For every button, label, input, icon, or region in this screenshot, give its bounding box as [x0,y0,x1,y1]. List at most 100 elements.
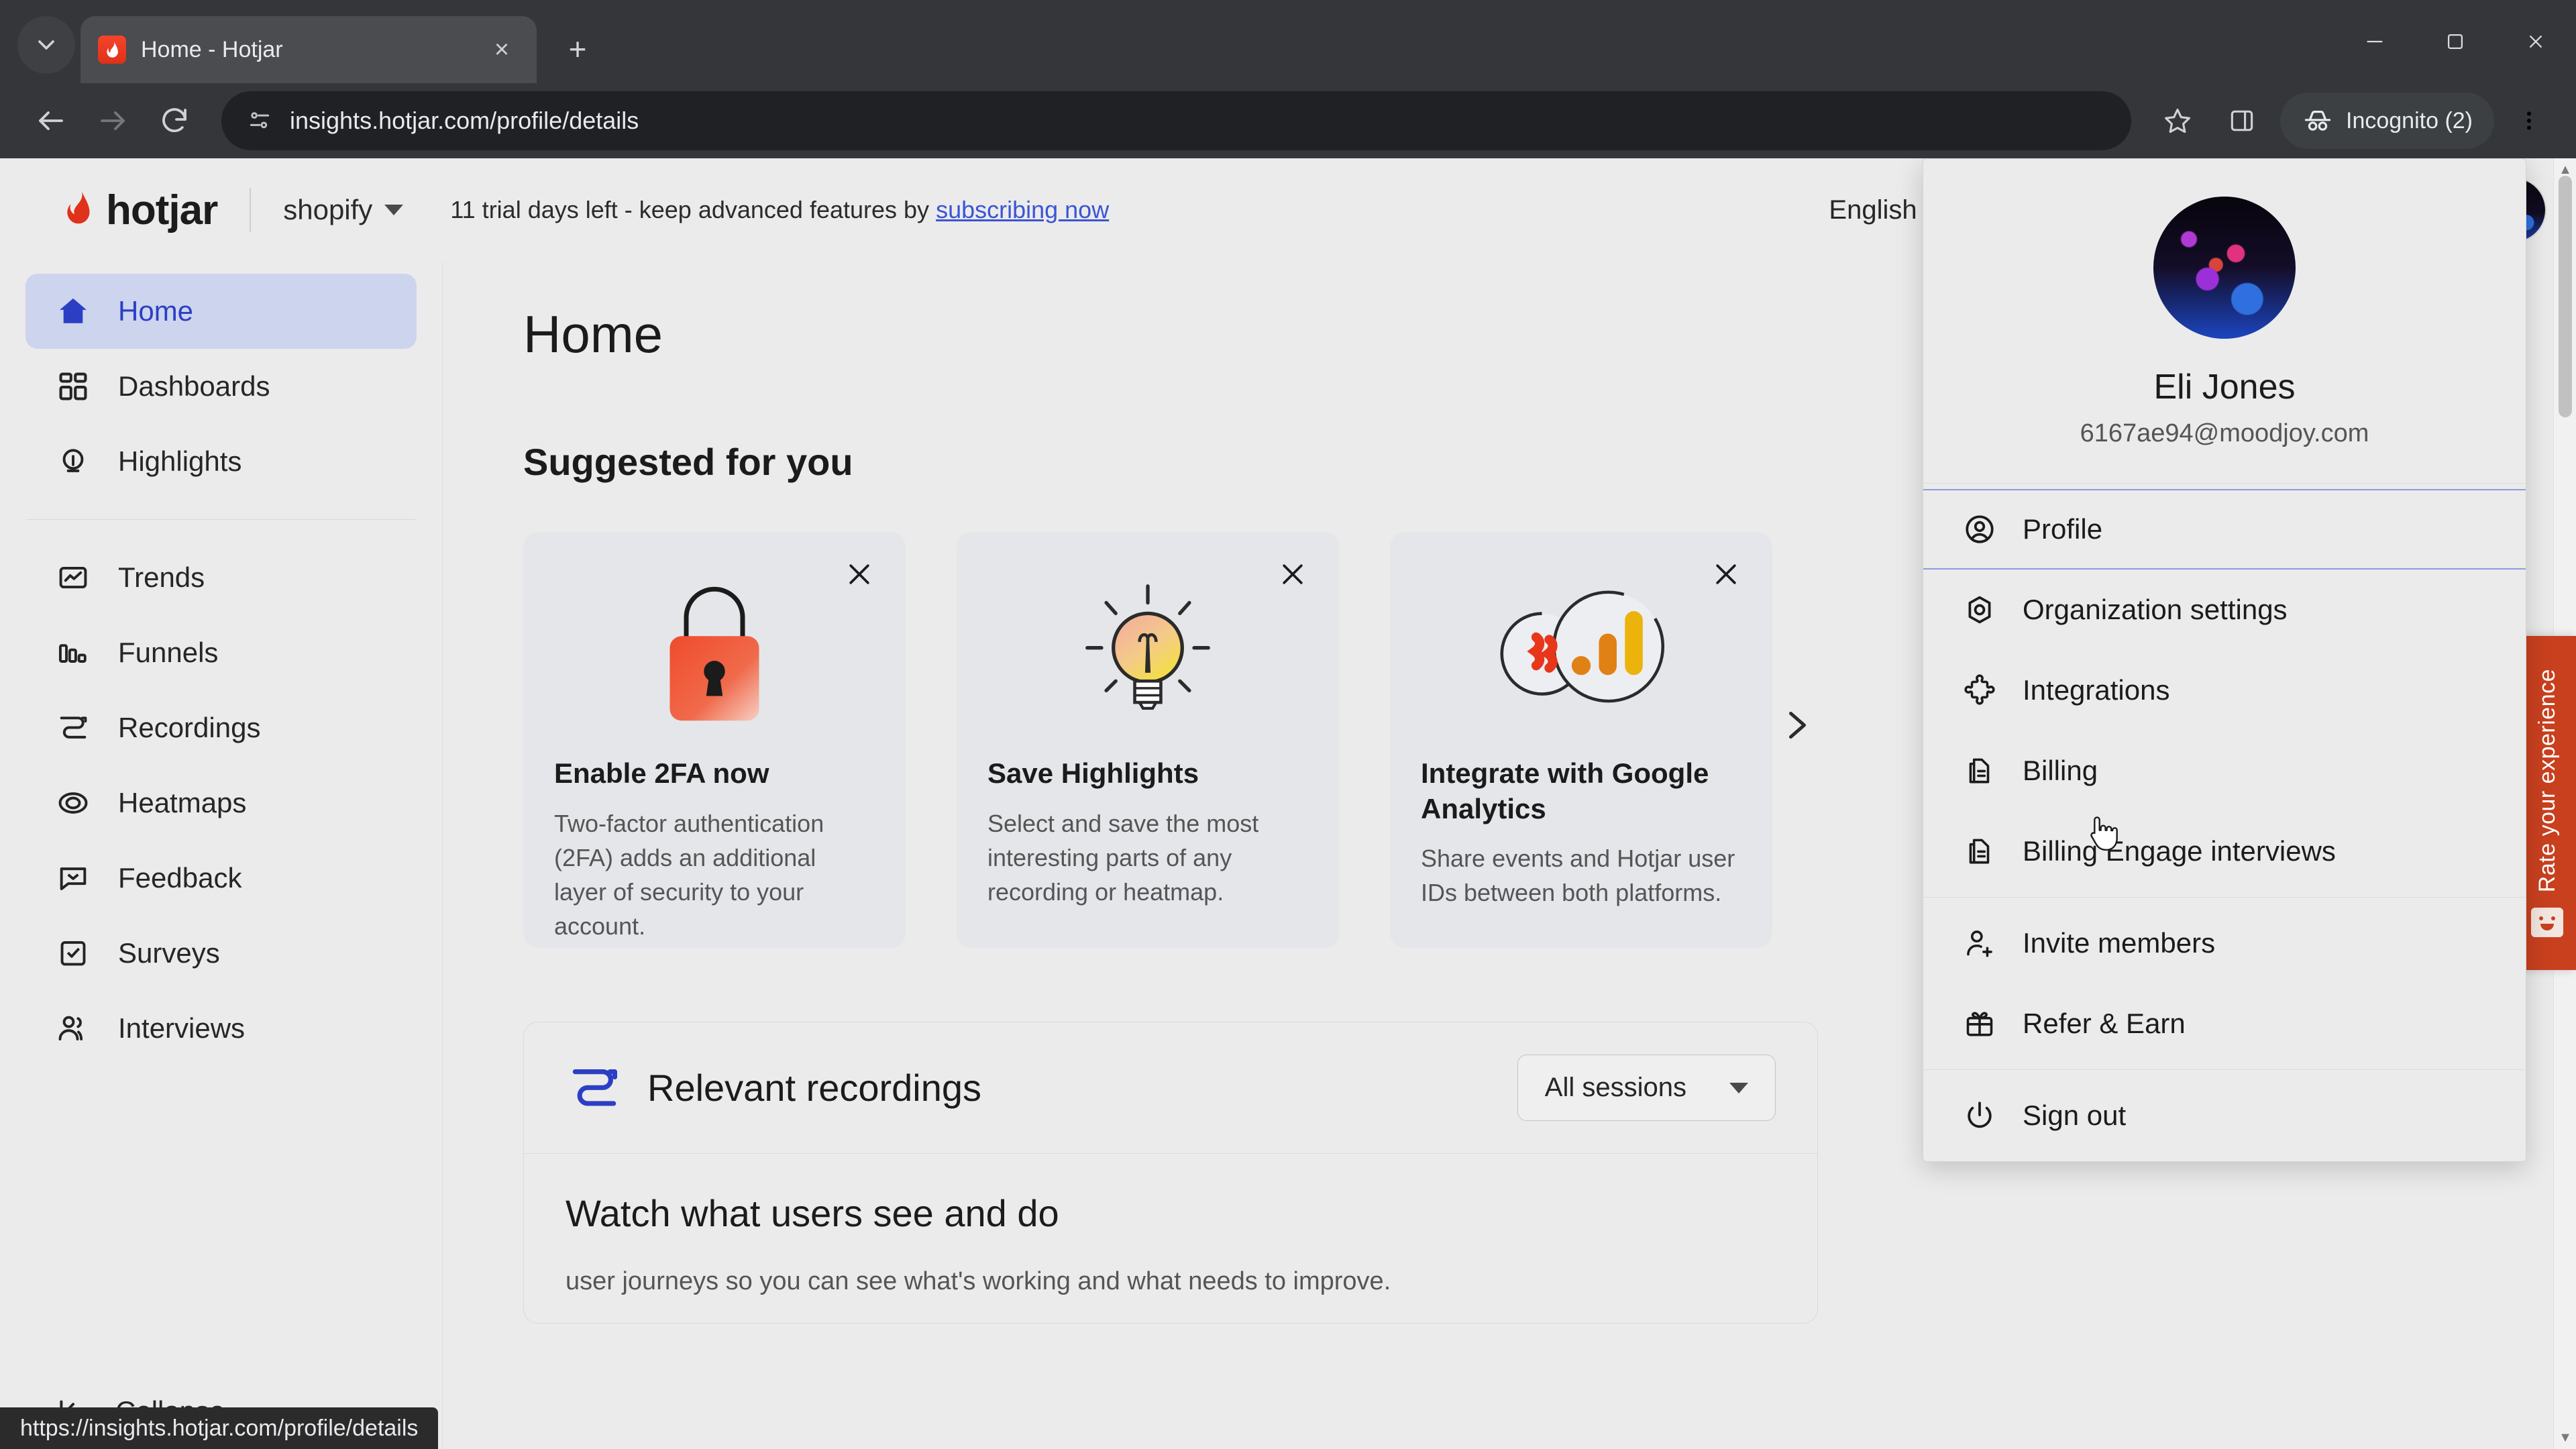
account-menu-group: Sign out [1923,1069,2526,1161]
rate-experience-widget[interactable]: Rate your experience [2518,636,2576,970]
sidebar-item-heatmaps[interactable]: Heatmaps [25,765,417,841]
menu-item-profile[interactable]: Profile [1923,489,2526,570]
sidebar-item-recordings[interactable]: Recordings [25,690,417,765]
sessions-filter-value: All sessions [1544,1073,1686,1102]
tab-search-icon[interactable] [17,16,75,74]
sidebar-item-label: Trends [118,561,205,593]
tab-close-button[interactable]: × [484,32,519,67]
scrollbar-thumb[interactable] [2559,176,2572,417]
suggestion-card[interactable]: Integrate with Google Analytics Share ev… [1390,532,1772,948]
account-name: Eli Jones [2153,368,2296,407]
gift-icon [1962,1006,1997,1041]
window-controls [2334,0,2576,83]
maximize-icon[interactable] [2415,0,2496,83]
sessions-filter-select[interactable]: All sessions [1517,1055,1776,1121]
site-settings-icon[interactable] [239,100,280,142]
browser-toolbar: insights.hotjar.com/profile/details Inco… [0,83,2576,158]
recordings-icon [566,1059,623,1117]
sidebar-item-label: Recordings [118,712,261,743]
sidebar-item-dashboards[interactable]: Dashboards [25,349,417,424]
menu-item-label: Organization settings [2023,594,2288,625]
trends-chart-icon [55,559,91,596]
menu-item-invite-members[interactable]: Invite members [1923,903,2526,983]
surveys-clipboard-icon [55,935,91,971]
browser-tab[interactable]: Home - Hotjar × [80,16,537,83]
puzzle-icon [1962,673,1997,708]
card-title: Integrate with Google Analytics [1421,757,1709,824]
address-bar[interactable]: insights.hotjar.com/profile/details [221,91,2131,150]
billing-doc-icon [1962,753,1997,788]
dashboards-grid-icon [55,368,91,405]
menu-item-billing-engage-interviews[interactable]: Billing Engage interviews [1923,811,2526,892]
sidebar-item-surveys[interactable]: Surveys [25,916,417,991]
star-icon[interactable] [2147,91,2208,151]
card-description: Share events and Hotjar user IDs between… [1421,845,1735,907]
account-email: 6167ae94@moodjoy.com [2080,419,2369,447]
menu-item-label: Refer & Earn [2023,1008,2186,1039]
menu-item-integrations[interactable]: Integrations [1923,650,2526,731]
sidebar-item-funnels[interactable]: Funnels [25,615,417,690]
close-icon[interactable] [2496,0,2576,83]
trial-banner: 11 trial days left - keep advanced featu… [450,196,1109,224]
billing-doc-icon [1962,834,1997,869]
hotjar-wordmark: hotjar [106,186,218,233]
sidebar-item-feedback[interactable]: Feedback [25,841,417,916]
sidebar-divider [27,519,415,520]
sidebar-item-interviews[interactable]: Interviews [25,991,417,1066]
close-icon[interactable] [1273,555,1312,594]
sidebar-item-highlights[interactable]: Highlights [25,424,417,499]
menu-item-label: Sign out [2023,1099,2127,1131]
hotjar-favicon [98,36,126,64]
menu-item-refer-and-earn[interactable]: Refer & Earn [1923,983,2526,1064]
close-icon[interactable] [840,555,879,594]
home-icon [55,293,91,329]
close-icon[interactable] [1707,555,1746,594]
hotjar-logo[interactable]: hotjar [59,186,218,234]
forward-arrow-icon[interactable] [82,90,144,152]
account-menu: Eli Jones 6167ae94@moodjoy.com Profile O… [1923,158,2526,1162]
sidebar: Home Dashboards Highlights Trends Funnel… [0,262,443,1449]
menu-item-label: Billing [2023,755,2098,786]
chevron-right-icon[interactable] [1768,697,1824,753]
tab-strip: Home - Hotjar × + [0,0,2576,83]
subscribing-now-link[interactable]: subscribing now [936,196,1109,223]
site-selector[interactable]: shopify [283,194,404,226]
browser-window: Home - Hotjar × + insights.hotjar.com/pr… [0,0,2576,1449]
scroll-down-arrow-icon[interactable]: ▼ [2554,1426,2576,1449]
sidebar-item-label: Interviews [118,1012,246,1044]
header-divider [250,188,252,232]
sidebar-item-trends[interactable]: Trends [25,540,417,615]
suggestion-card[interactable]: Save Highlights Select and save the most… [957,532,1339,948]
sidebar-item-label: Funnels [118,637,219,668]
kebab-menu-icon[interactable] [2502,91,2556,151]
chevron-down-icon [1729,1082,1748,1093]
padlock-illustration [554,564,875,739]
menu-item-billing[interactable]: Billing [1923,731,2526,811]
account-menu-header: Eli Jones 6167ae94@moodjoy.com [1923,159,2526,484]
panel-subtext: user journeys so you can see what's work… [566,1267,1391,1295]
new-tab-button[interactable]: + [554,25,601,72]
address-bar-url: insights.hotjar.com/profile/details [290,107,639,134]
sidebar-item-home[interactable]: Home [25,274,417,349]
profile-user-icon [1962,512,1997,547]
recordings-icon [55,710,91,746]
card-description: Two-factor authentication (2FA) adds an … [554,809,824,940]
side-panel-icon[interactable] [2212,91,2272,151]
hotjar-google-analytics-illustration [1421,564,1741,739]
panel-header: Relevant recordings All sessions [524,1022,1817,1153]
language-label: English [1829,195,1917,225]
add-user-icon [1962,926,1997,961]
lightbulb-illustration [987,564,1308,739]
minimize-icon[interactable] [2334,0,2415,83]
card-description: Select and save the most interesting par… [987,809,1259,906]
sidebar-item-label: Highlights [118,445,242,477]
menu-item-organization-settings[interactable]: Organization settings [1923,570,2526,650]
site-selector-label: shopify [283,194,373,225]
funnels-bars-icon [55,635,91,671]
back-arrow-icon[interactable] [20,90,82,152]
menu-item-sign-out[interactable]: Sign out [1923,1075,2526,1156]
reload-icon[interactable] [144,90,205,152]
incognito-label: Incognito (2) [2346,107,2473,133]
suggestion-card[interactable]: Enable 2FA now Two-factor authentication… [523,532,906,948]
incognito-indicator[interactable]: Incognito (2) [2280,93,2494,149]
